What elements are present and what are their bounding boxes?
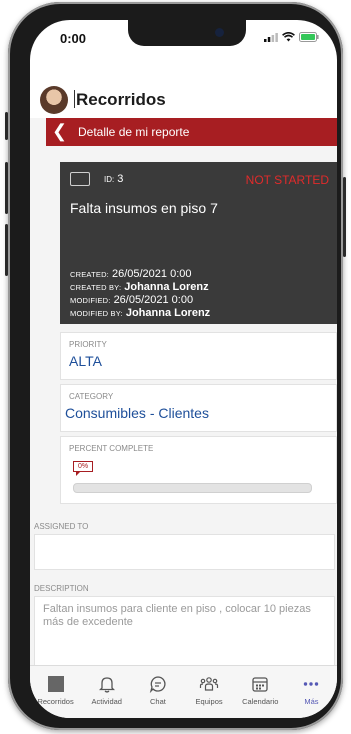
priority-value: ALTA (69, 353, 102, 369)
app-title-text: Recorridos (76, 90, 166, 109)
priority-label: PRIORITY (69, 340, 107, 349)
description-label: DESCRIPTION (34, 584, 89, 593)
assigned-input[interactable] (34, 534, 335, 570)
tab-label: Más (304, 697, 319, 706)
teams-icon (199, 677, 219, 691)
tab-chat[interactable]: Chat (132, 666, 183, 718)
assigned-label: ASSIGNED TO (34, 522, 89, 531)
percent-badge: 0% (73, 461, 94, 476)
meta-modified: MODIFIED: 26/05/2021 0:00 (70, 294, 194, 306)
ticket-title: Falta insumos en piso 7 (70, 200, 218, 216)
meta-modified-by: MODIFIED BY: Johanna Lorenz (70, 307, 211, 319)
tab-label: Chat (150, 697, 166, 706)
tab-bar: Recorridos Actividad Chat Equipos Calend… (30, 665, 337, 718)
status-badge: NOT STARTED (245, 173, 329, 187)
tab-actividad[interactable]: Actividad (81, 666, 132, 718)
category-value: Consumibles - Clientes (65, 405, 209, 421)
ticket-id-label: ID: (104, 175, 115, 184)
tab-recorridos[interactable]: Recorridos (30, 666, 81, 718)
description-field[interactable]: Faltan insumos para cliente en piso , co… (34, 596, 335, 666)
mute-switch (5, 112, 8, 140)
recorridos-icon (47, 676, 64, 692)
content-area: ❮ Detalle de mi reporte ID: 3 NOT STARTED… (30, 118, 337, 666)
meta-created-by: CREATED BY: Johanna Lorenz (70, 281, 209, 293)
tab-label: Equipos (195, 697, 223, 706)
progress-track[interactable] (73, 483, 312, 493)
power-button (343, 177, 346, 257)
meta-created: CREATED: 26/05/2021 0:00 (70, 268, 192, 280)
app-header: Recorridos (30, 84, 337, 118)
tab-label: Calendario (242, 697, 279, 706)
ticket-card: ID: 3 NOT STARTED Falta insumos en piso 7… (60, 162, 337, 324)
volume-up-button (5, 162, 8, 214)
nav-title: Detalle de mi reporte (78, 125, 190, 139)
tab-label: Recorridos (37, 697, 74, 706)
tab-equipos[interactable]: Equipos (184, 666, 235, 718)
wifi-icon (282, 32, 295, 42)
battery-icon (299, 32, 319, 42)
screen: 0:00 Recorridos ❮ Detalle de mi reporte … (30, 20, 337, 718)
category-field[interactable]: CATEGORY Consumibles - Clientes (60, 384, 337, 432)
avatar[interactable] (40, 86, 68, 114)
ticket-icon (70, 172, 90, 186)
tab-label: Actividad (91, 697, 122, 706)
ticket-id: ID: 3 (104, 173, 123, 185)
status-time: 0:00 (60, 31, 87, 46)
nav-bar: ❮ Detalle de mi reporte (46, 118, 337, 146)
chat-icon (149, 676, 166, 693)
category-label: CATEGORY (69, 392, 114, 401)
text-cursor (74, 90, 75, 108)
tab-calendario[interactable]: Calendario (235, 666, 286, 718)
ticket-id-value: 3 (117, 173, 124, 185)
signal-icon (264, 32, 278, 42)
back-chevron-icon[interactable]: ❮ (52, 121, 67, 142)
phone-frame: 0:00 Recorridos ❮ Detalle de mi reporte … (5, 2, 346, 730)
percent-label: PERCENT COMPLETE (69, 444, 154, 453)
app-title: Recorridos (74, 90, 166, 110)
bell-icon (98, 677, 115, 693)
status-bar: 0:00 (30, 28, 337, 52)
volume-down-button (5, 224, 8, 276)
percent-complete-field[interactable]: PERCENT COMPLETE 0% (60, 436, 337, 504)
priority-field[interactable]: PRIORITY ALTA (60, 332, 337, 380)
tab-mas[interactable]: Más (286, 666, 337, 718)
calendar-icon (252, 677, 268, 692)
status-icons (264, 32, 319, 42)
more-icon (304, 682, 319, 686)
ticket-meta: CREATED: 26/05/2021 0:00 CREATED BY: Johan… (70, 268, 210, 320)
